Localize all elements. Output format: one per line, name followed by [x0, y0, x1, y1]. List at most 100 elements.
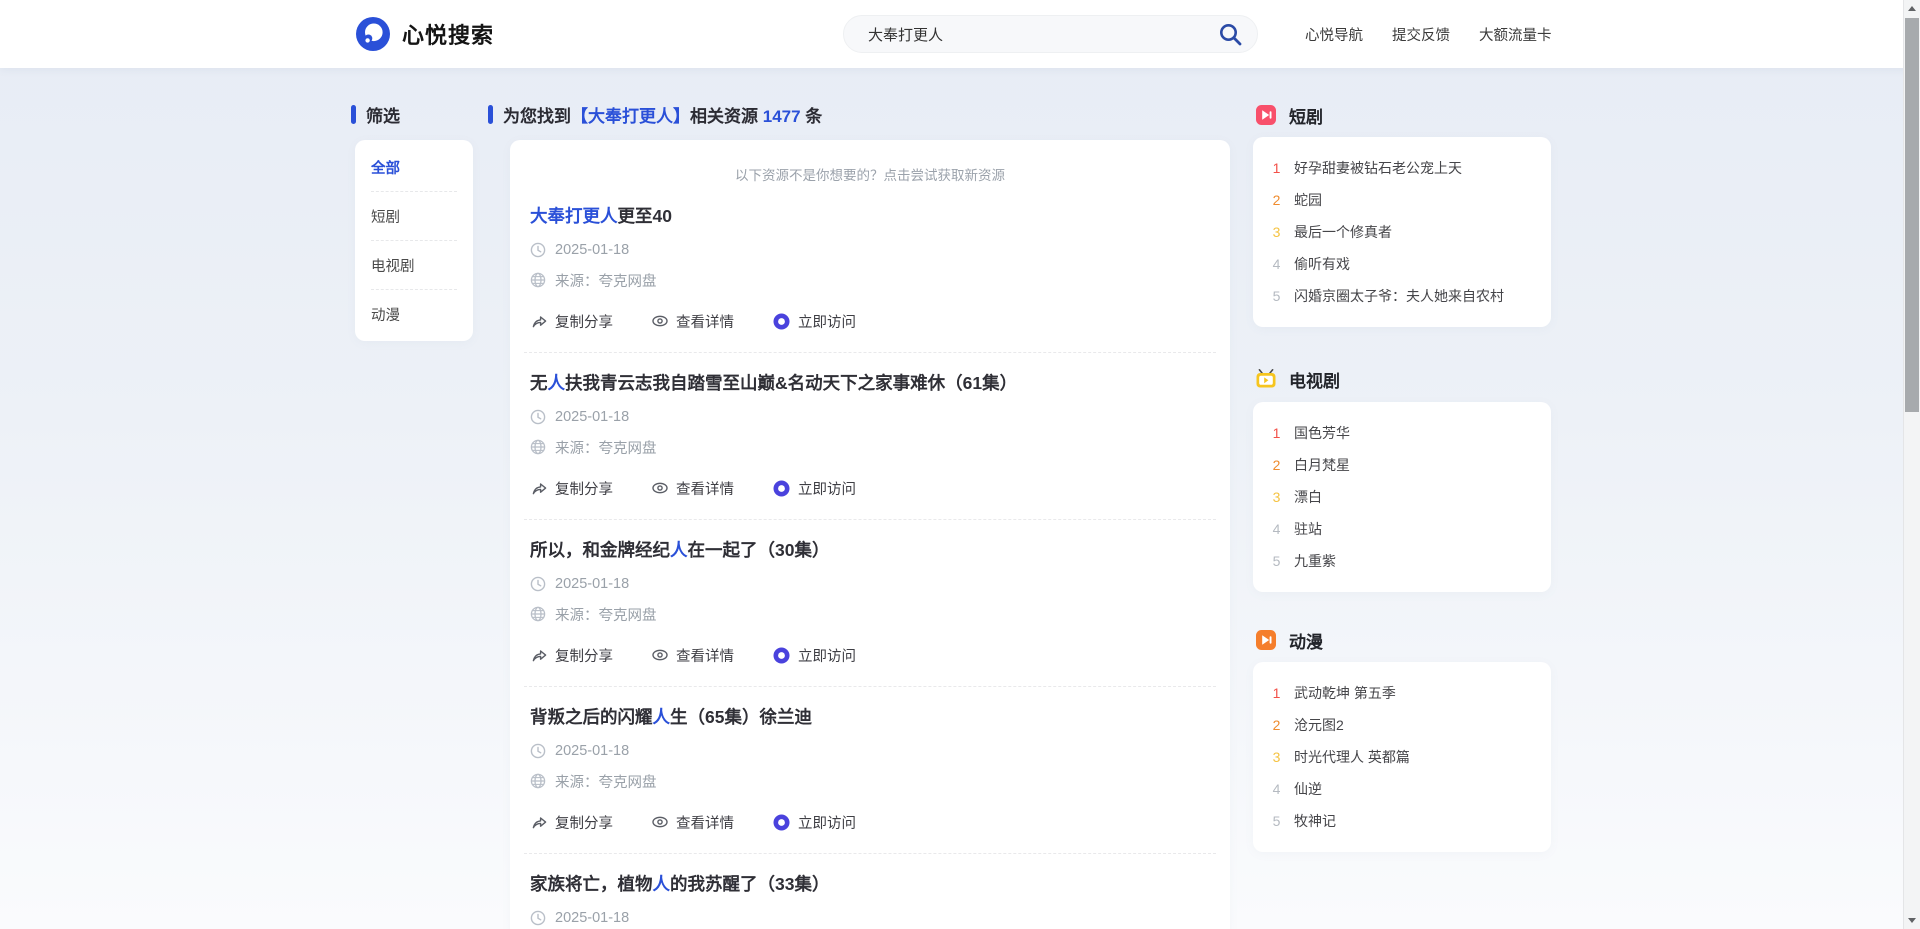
ranking-item[interactable]: 2 沧元图2	[1253, 709, 1551, 741]
ranking-item[interactable]: 4 偷听有戏	[1253, 248, 1551, 280]
ranking-item[interactable]: 5 九重紫	[1253, 545, 1551, 577]
view-detail-label: 查看详情	[676, 645, 734, 666]
ranking-item[interactable]: 4 仙逆	[1253, 773, 1551, 805]
result-title-text: 所以，和金牌经纪	[530, 540, 670, 560]
visit-now-button[interactable]: 立即访问	[772, 812, 856, 833]
ranking-item-title: 沧元图2	[1294, 715, 1344, 735]
result-source-row: 来源：夸克网盘	[530, 267, 1210, 293]
results-header-text: 为您找到【大奉打更人】相关资源 1477 条	[503, 102, 822, 127]
search-bar[interactable]	[843, 15, 1258, 53]
copy-share-button[interactable]: 复制分享	[530, 812, 613, 833]
result-title-highlight: 人	[670, 540, 688, 560]
copy-share-button[interactable]: 复制分享	[530, 645, 613, 666]
ranking-item-number: 4	[1270, 256, 1283, 272]
ranking-item-number: 5	[1270, 288, 1283, 304]
view-detail-button[interactable]: 查看详情	[651, 812, 734, 833]
nav-link-feedback[interactable]: 提交反馈	[1392, 24, 1450, 45]
visit-now-button[interactable]: 立即访问	[772, 478, 856, 499]
ranking-item-title: 闪婚京圈太子爷：夫人她来自农村	[1294, 286, 1504, 306]
result-title-text: 无	[530, 373, 548, 393]
play-badge-orange-icon	[1255, 629, 1277, 651]
filter-item[interactable]: 电视剧	[371, 241, 457, 290]
ranking-item-number: 4	[1270, 781, 1283, 797]
ranking-item-title: 驻站	[1294, 519, 1322, 539]
visit-now-button[interactable]: 立即访问	[772, 645, 856, 666]
scrollbar-thumb[interactable]	[1905, 18, 1919, 412]
nav-link-xinyue-nav[interactable]: 心悦导航	[1305, 24, 1363, 45]
ranking-item[interactable]: 5 牧神记	[1253, 805, 1551, 837]
view-detail-button[interactable]: 查看详情	[651, 645, 734, 666]
search-input[interactable]	[866, 25, 1217, 44]
view-detail-button[interactable]: 查看详情	[651, 478, 734, 499]
filter-item-label: 全部	[371, 157, 400, 178]
result-source: 来源：夸克网盘	[555, 604, 657, 625]
ranking-item[interactable]: 3 最后一个修真者	[1253, 216, 1551, 248]
ranking-item-title: 漂白	[1294, 487, 1322, 507]
copy-share-button[interactable]: 复制分享	[530, 311, 613, 332]
copy-share-label: 复制分享	[555, 812, 613, 833]
result-title-highlight: 人	[548, 373, 566, 393]
copy-share-button[interactable]: 复制分享	[530, 478, 613, 499]
filter-item[interactable]: 动漫	[371, 290, 457, 338]
ranking-item[interactable]: 3 漂白	[1253, 481, 1551, 513]
view-detail-button[interactable]: 查看详情	[651, 311, 734, 332]
share-arrow-icon	[530, 813, 548, 831]
result-title[interactable]: 所以，和金牌经纪人在一起了（30集）	[530, 537, 1210, 563]
visit-circle-icon	[772, 479, 791, 498]
visit-circle-icon	[772, 312, 791, 331]
ranking-item-title: 仙逆	[1294, 779, 1322, 799]
ranking-item-number: 4	[1270, 521, 1283, 537]
result-title-text: 的我苏醒了（33集）	[670, 874, 829, 894]
blue-bar-icon	[351, 105, 356, 124]
result-actions: 复制分享 查看详情 立即访问	[530, 642, 1210, 668]
result-item: 家族将亡，植物人的我苏醒了（33集） 2025-01-18 来源：夸克网盘	[524, 854, 1216, 929]
filter-item[interactable]: 全部	[371, 143, 457, 192]
ranking-item-number: 1	[1270, 160, 1283, 176]
ranking-item-title: 牧神记	[1294, 811, 1336, 831]
result-title[interactable]: 无人扶我青云志我自踏雪至山巅&名动天下之家事难休（61集）	[530, 370, 1210, 396]
view-detail-label: 查看详情	[676, 478, 734, 499]
globe-icon	[530, 439, 546, 455]
ranking-item[interactable]: 2 白月梵星	[1253, 449, 1551, 481]
results-card: 以下资源不是你想要的？点击尝试获取新资源 大奉打更人更至40 2025-01-1…	[510, 140, 1230, 929]
results-middle: 相关资源	[690, 107, 763, 126]
globe-icon	[530, 272, 546, 288]
ranking-item-number: 5	[1270, 813, 1283, 829]
result-date-row: 2025-01-18	[530, 905, 1210, 929]
result-date-row: 2025-01-18	[530, 404, 1210, 430]
ranking-item[interactable]: 1 武动乾坤 第五季	[1253, 677, 1551, 709]
ranking-item-title: 国色芳华	[1294, 423, 1350, 443]
result-actions: 复制分享 查看详情 立即访问	[530, 809, 1210, 835]
copy-share-label: 复制分享	[555, 645, 613, 666]
result-date-row: 2025-01-18	[530, 237, 1210, 263]
ranking-item[interactable]: 1 国色芳华	[1253, 417, 1551, 449]
filter-item[interactable]: 短剧	[371, 192, 457, 241]
result-source-row: 来源：夸克网盘	[530, 434, 1210, 460]
filter-section-header: 筛选	[351, 102, 400, 126]
ranking-item[interactable]: 3 时光代理人 英都篇	[1253, 741, 1551, 773]
ranking-item[interactable]: 4 驻站	[1253, 513, 1551, 545]
ranking-item[interactable]: 1 好孕甜妻被钻石老公宠上天	[1253, 152, 1551, 184]
nav-link-data-card[interactable]: 大额流量卡	[1479, 24, 1552, 45]
scrollbar[interactable]	[1903, 0, 1920, 929]
result-title[interactable]: 大奉打更人更至40	[530, 203, 1210, 229]
result-title[interactable]: 背叛之后的闪耀人生（65集）徐兰迪	[530, 704, 1210, 730]
result-item: 背叛之后的闪耀人生（65集）徐兰迪 2025-01-18 来源：夸克网盘	[524, 687, 1216, 854]
results-suffix: 条	[801, 107, 823, 126]
scrollbar-up-button[interactable]	[1904, 0, 1920, 17]
ranking-item-number: 2	[1270, 717, 1283, 733]
visit-now-button[interactable]: 立即访问	[772, 311, 856, 332]
ranking-item[interactable]: 2 蛇园	[1253, 184, 1551, 216]
eye-icon	[651, 646, 669, 664]
share-arrow-icon	[530, 312, 548, 330]
result-title[interactable]: 家族将亡，植物人的我苏醒了（33集）	[530, 871, 1210, 897]
refresh-notice[interactable]: 以下资源不是你想要的？点击尝试获取新资源	[524, 166, 1216, 186]
result-source: 来源：夸克网盘	[555, 437, 657, 458]
scrollbar-down-button[interactable]	[1904, 912, 1920, 929]
copy-share-label: 复制分享	[555, 478, 613, 499]
brand[interactable]: 心悦搜索	[355, 16, 494, 52]
ranking-item-title: 偷听有戏	[1294, 254, 1350, 274]
ranking-title: 电视剧	[1289, 367, 1340, 392]
search-button[interactable]	[1217, 21, 1244, 48]
ranking-item[interactable]: 5 闪婚京圈太子爷：夫人她来自农村	[1253, 280, 1551, 312]
